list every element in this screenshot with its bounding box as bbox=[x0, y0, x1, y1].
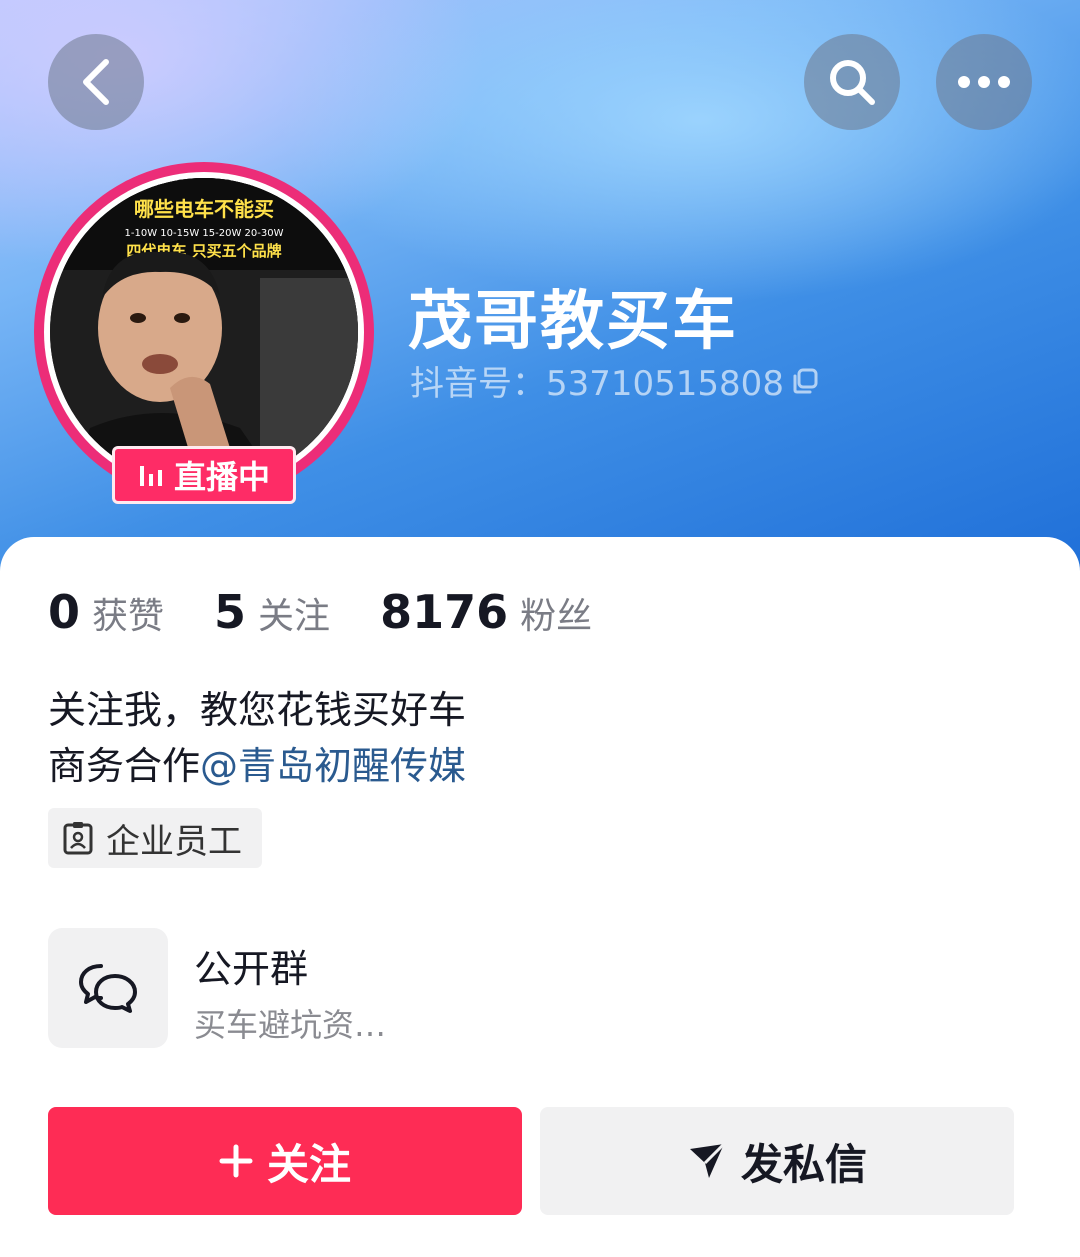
search-icon bbox=[830, 60, 875, 105]
stat-value: 5 bbox=[214, 585, 247, 639]
chat-bubbles-icon bbox=[79, 964, 137, 1013]
avatar-caption-1: 哪些电车不能买 bbox=[134, 197, 274, 221]
bio-line-1: 关注我，教您花钱买好车 bbox=[48, 688, 467, 732]
enterprise-employee-tag[interactable]: 企业员工 bbox=[48, 808, 262, 868]
chevron-left-icon bbox=[83, 59, 109, 105]
bio-mention-link[interactable]: @青岛初醒传媒 bbox=[200, 744, 466, 788]
tag-label: 企业员工 bbox=[106, 821, 242, 862]
avatar-image: 哪些电车不能买 1-10W 10-15W 15-20W 20-30W 四代电车 … bbox=[50, 178, 358, 486]
live-status-badge[interactable]: 直播中 bbox=[112, 446, 296, 504]
stat-label: 关注 bbox=[258, 596, 331, 637]
plus-icon bbox=[219, 1144, 253, 1178]
live-badge-label: 直播中 bbox=[173, 458, 270, 496]
group-chat-icon-box[interactable] bbox=[48, 928, 168, 1048]
badge-icon bbox=[63, 822, 93, 855]
copy-icon[interactable] bbox=[790, 366, 820, 396]
follow-button-label: 关注 bbox=[266, 1139, 351, 1189]
bio-line-2: 商务合作@青岛初醒传媒 bbox=[48, 738, 466, 794]
bio-line-2-prefix: 商务合作 bbox=[48, 744, 201, 788]
stat-label: 粉丝 bbox=[520, 596, 593, 637]
send-message-label: 发私信 bbox=[740, 1139, 867, 1189]
group-title[interactable]: 公开群 bbox=[194, 938, 308, 993]
douyin-id-text: 抖音号：53710515808 bbox=[410, 364, 784, 404]
avatar-caption-2: 1-10W 10-15W 15-20W 20-30W bbox=[125, 228, 284, 239]
more-horizontal-icon bbox=[958, 76, 1010, 88]
stat-followers[interactable]: 8176 粉丝 bbox=[380, 585, 592, 639]
stat-label: 获赞 bbox=[92, 596, 165, 637]
send-icon bbox=[689, 1142, 726, 1178]
back-button[interactable] bbox=[48, 34, 144, 130]
group-subtitle: 买车避坑资… bbox=[194, 1006, 387, 1044]
profile-bio: 关注我，教您花钱买好车 商务合作@青岛初醒传媒 bbox=[48, 682, 466, 794]
send-message-button[interactable]: 发私信 bbox=[540, 1107, 1014, 1215]
profile-stats: 0 获赞 5 关注 8176 粉丝 bbox=[48, 585, 642, 639]
stat-value: 0 bbox=[48, 585, 81, 639]
douyin-id[interactable]: 抖音号：53710515808 bbox=[410, 356, 820, 405]
stat-following[interactable]: 5 关注 bbox=[214, 585, 330, 639]
profile-name: 茂哥教买车 bbox=[408, 285, 738, 359]
stat-likes[interactable]: 0 获赞 bbox=[48, 585, 164, 639]
follow-button[interactable]: 关注 bbox=[48, 1107, 522, 1215]
search-button[interactable] bbox=[804, 34, 900, 130]
more-button[interactable] bbox=[936, 34, 1032, 130]
stat-value: 8176 bbox=[380, 585, 509, 639]
avatar[interactable]: 哪些电车不能买 1-10W 10-15W 15-20W 20-30W 四代电车 … bbox=[50, 178, 358, 486]
live-bars-icon bbox=[139, 466, 162, 486]
